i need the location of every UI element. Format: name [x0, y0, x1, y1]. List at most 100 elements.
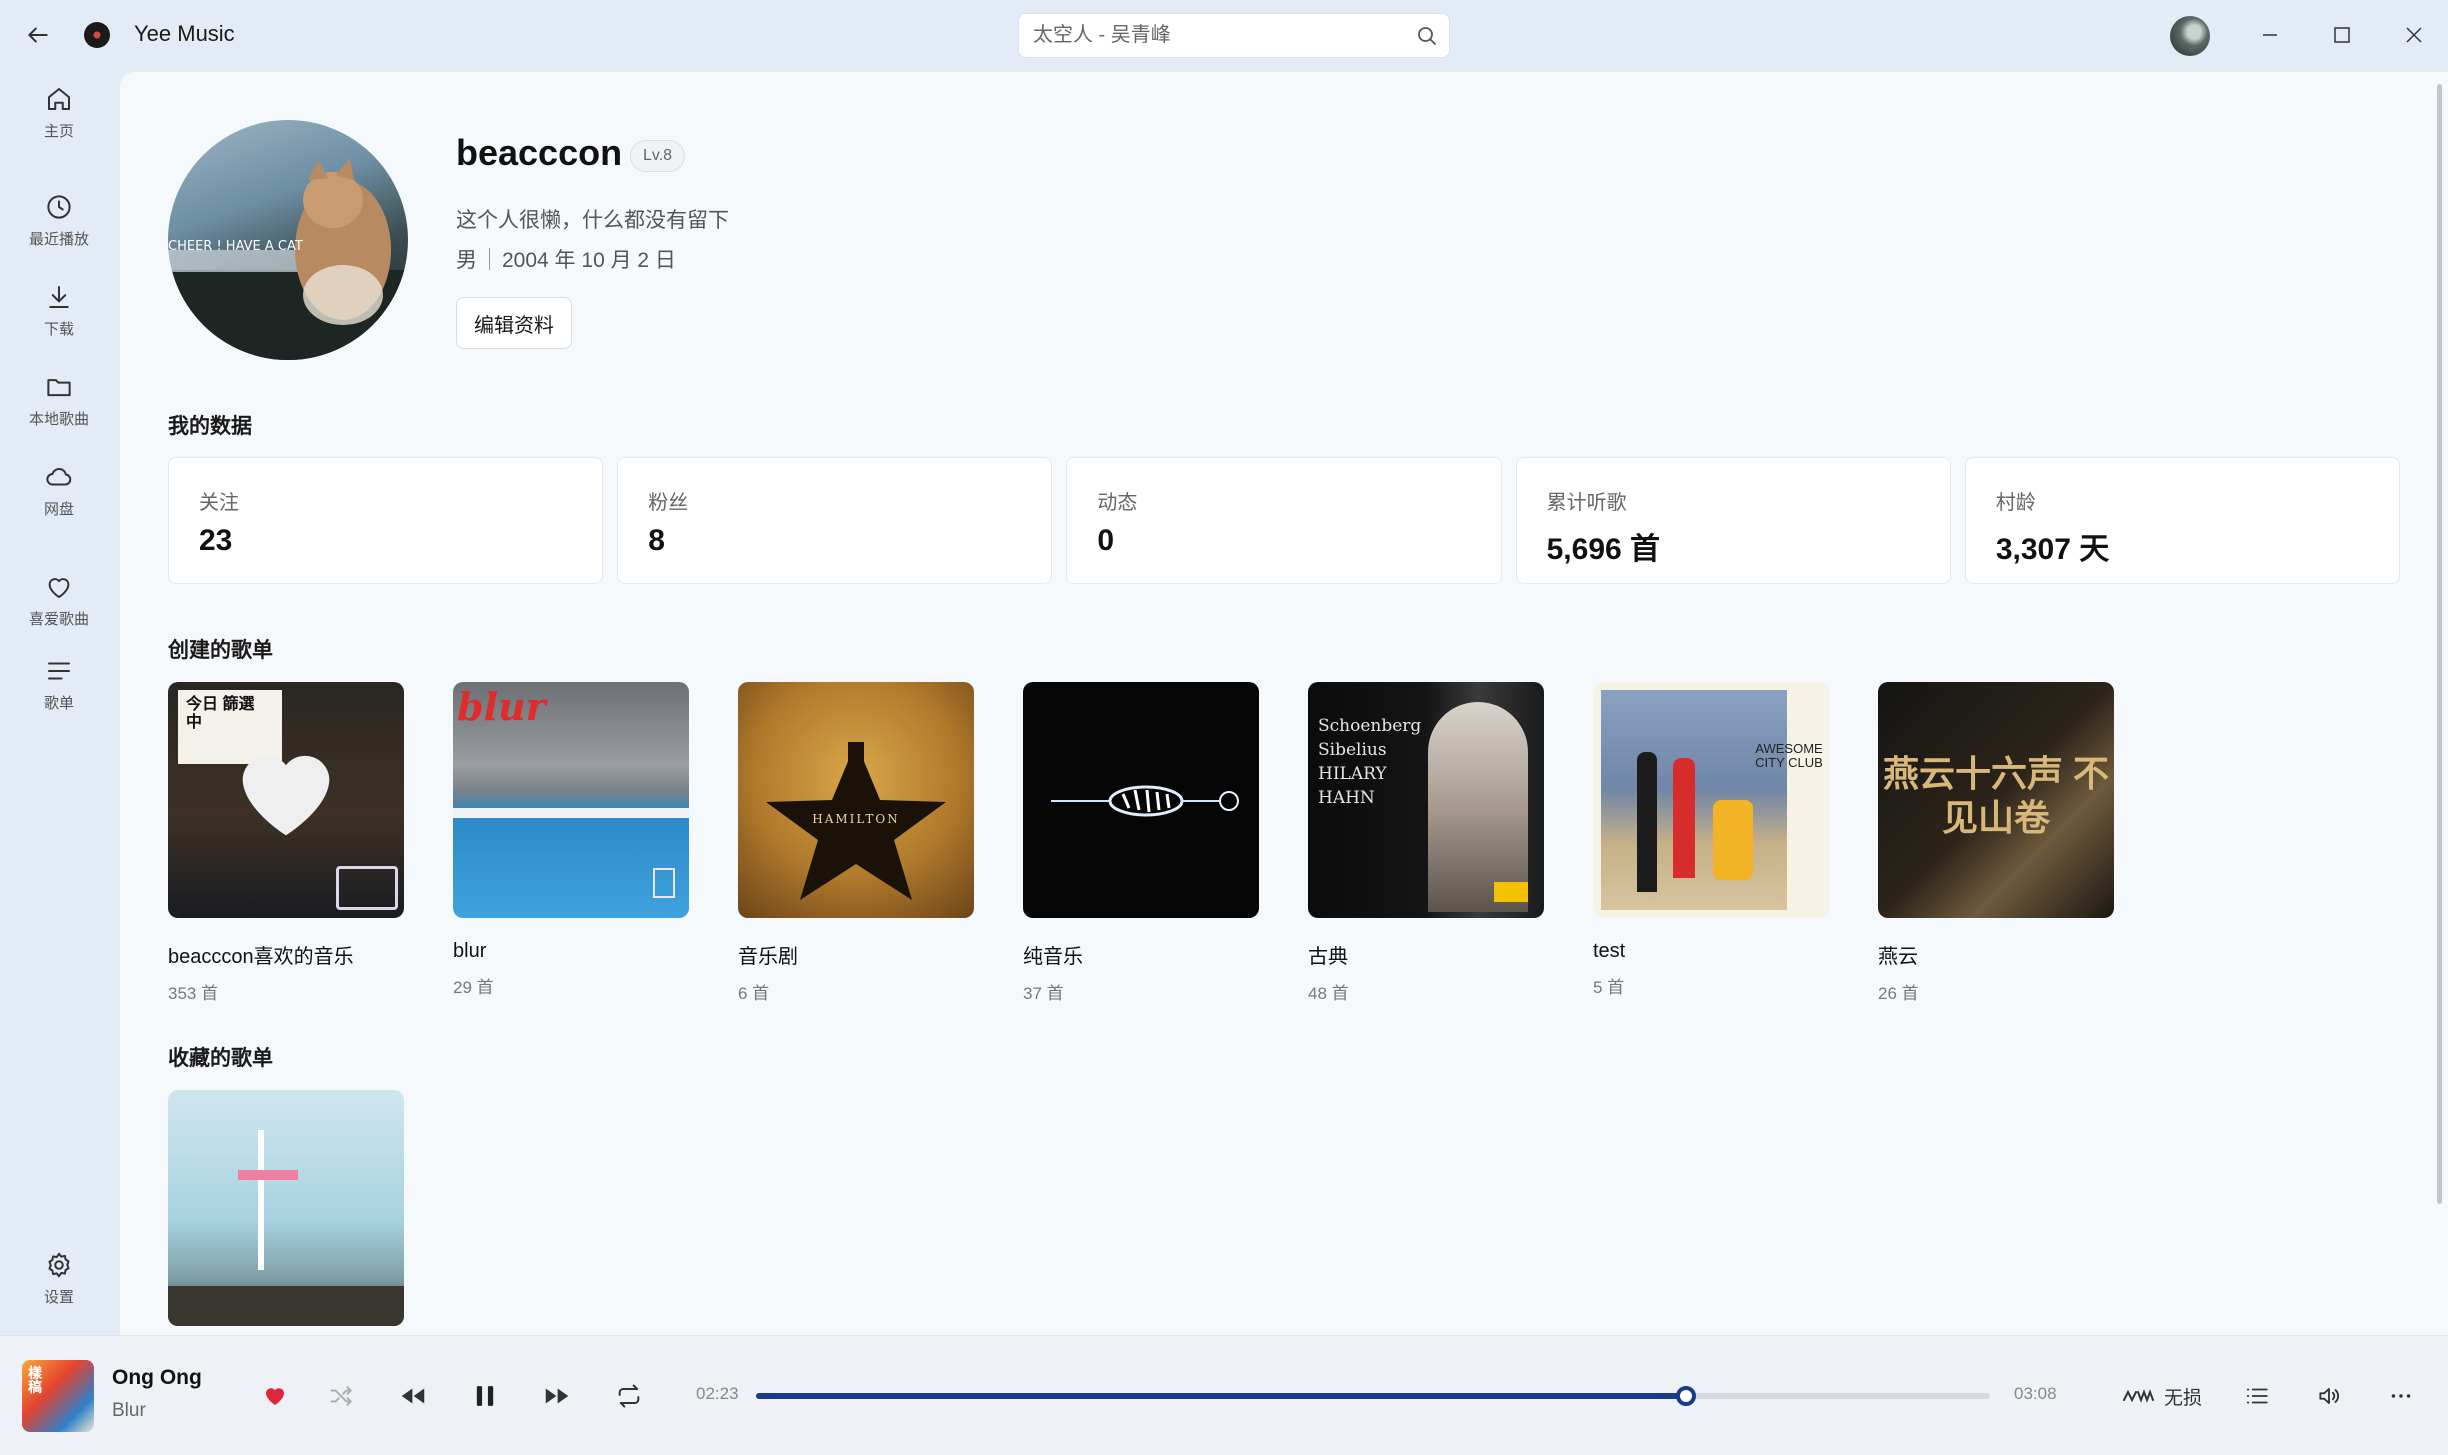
stat-card-activity[interactable]: 动态 0 — [1066, 457, 1502, 584]
gender: 男 — [456, 249, 477, 272]
playlist-count: 26 首 — [1878, 984, 1919, 1003]
username: beacccon — [456, 132, 623, 173]
playlist-count: 353 首 — [168, 984, 219, 1003]
playlist-cover[interactable] — [168, 1090, 404, 1326]
playlist-card[interactable]: blur blur 29 首 — [453, 682, 689, 998]
search-icon[interactable] — [1415, 24, 1439, 48]
player-bar: 樣稿 Ong Ong Blur 02:23 03:08 无损 — [0, 1335, 2448, 1455]
playlist-cover[interactable] — [1023, 682, 1259, 918]
repeat-button[interactable] — [606, 1373, 652, 1419]
level-badge: Lv.8 — [630, 140, 686, 172]
playlist-queue-button[interactable] — [2234, 1373, 2280, 1419]
playlist-card[interactable]: 燕云十六声 不见山卷 燕云 26 首 — [1878, 682, 2114, 1004]
playlist-name[interactable]: 音乐剧 — [738, 940, 974, 969]
sidebar-item-playlists[interactable]: 歌单 — [0, 656, 118, 736]
playlist-cover[interactable]: 今日 篩選中 — [168, 682, 404, 918]
title-bar: Yee Music — [0, 0, 2448, 70]
playlist-cover[interactable]: AWESOME CITY CLUB — [1593, 682, 1829, 918]
shuffle-button[interactable] — [318, 1373, 364, 1419]
search-box[interactable] — [1018, 13, 1450, 58]
sidebar-item-cloud[interactable]: 网盘 — [0, 462, 118, 542]
now-playing-cover[interactable]: 樣稿 — [22, 1360, 94, 1432]
search-input[interactable] — [1033, 14, 1393, 57]
progress-fill — [756, 1393, 1687, 1399]
sidebar-item-local[interactable]: 本地歌曲 — [0, 372, 118, 452]
stats-row: 关注 23 粉丝 8 动态 0 累计听歌 5,696 首 村龄 3,307 天 — [168, 457, 2401, 584]
playlist-name[interactable]: 古典 — [1308, 940, 1544, 969]
queue-icon — [2246, 1388, 2268, 1404]
arrow-left-icon — [28, 27, 48, 43]
cover-text: Schoenberg Sibelius HILARY HAHN — [1318, 716, 1422, 808]
shuffle-icon — [330, 1386, 352, 1406]
maximize-button[interactable] — [2320, 14, 2364, 56]
pause-button[interactable] — [462, 1373, 508, 1419]
gear-icon — [48, 1252, 70, 1278]
playlist-name[interactable]: blur — [453, 940, 689, 963]
cover-text: 燕云十六声 不见山卷 — [1882, 753, 2109, 838]
repeat-icon — [618, 1384, 640, 1408]
stat-card-account-age: 村龄 3,307 天 — [1964, 457, 2401, 584]
more-button[interactable] — [2378, 1373, 2424, 1419]
sidebar-item-home[interactable]: 主页 — [0, 84, 118, 164]
app-title: Yee Music — [134, 21, 235, 46]
playlist-card[interactable]: 纯音乐 37 首 — [1023, 682, 1259, 1004]
minimize-icon — [2263, 34, 2277, 36]
sidebar-item-label: 网盘 — [43, 501, 74, 518]
volume-button[interactable] — [2306, 1373, 2352, 1419]
playlist-cover[interactable]: HAMILTON — [738, 682, 974, 918]
progress-knob[interactable] — [1676, 1386, 1697, 1406]
close-button[interactable] — [2392, 14, 2436, 56]
close-icon — [2406, 27, 2422, 43]
folder-icon — [47, 379, 71, 397]
created-playlists-title: 创建的歌单 — [168, 639, 273, 662]
more-icon — [2391, 1394, 2411, 1398]
stat-label: 累计听歌 — [1546, 492, 1627, 514]
playlist-name[interactable]: beacccon喜欢的音乐 — [168, 940, 404, 969]
heart-icon — [48, 578, 70, 598]
like-button[interactable] — [252, 1373, 298, 1419]
next-button[interactable] — [534, 1373, 580, 1419]
playlist-count: 37 首 — [1023, 984, 1064, 1003]
sidebar-item-download[interactable]: 下载 — [0, 282, 118, 362]
playlist-card[interactable]: AWESOME CITY CLUB test 5 首 — [1593, 682, 1829, 998]
playlist-cover[interactable]: 燕云十六声 不见山卷 — [1878, 682, 2114, 918]
stat-card-total-listens: 累计听歌 5,696 首 — [1515, 457, 1951, 584]
edit-profile-button[interactable]: 编辑资料 — [456, 297, 572, 349]
cover-text: blur — [457, 684, 546, 729]
sidebar: 主页 最近播放 下载 本地歌曲 网盘 喜爱歌曲 歌单 设置 — [0, 70, 120, 1335]
sidebar-item-label: 主页 — [43, 123, 74, 140]
playlist-card[interactable] — [168, 1090, 404, 1326]
playlist-card[interactable]: Schoenberg Sibelius HILARY HAHN 古典 48 首 — [1308, 682, 1544, 1004]
progress-bar[interactable] — [756, 1386, 1990, 1406]
playlist-name[interactable]: 纯音乐 — [1023, 940, 1259, 969]
stat-value: 3,307 天 — [1995, 533, 2110, 566]
back-button[interactable] — [18, 17, 58, 53]
stat-label: 关注 — [199, 492, 239, 514]
playlist-card[interactable]: 今日 篩選中 beacccon喜欢的音乐 353 首 — [168, 682, 404, 1004]
cover-text: HAMILTON — [812, 812, 900, 826]
stat-value: 5,696 首 — [1546, 533, 1661, 566]
playlist-cover[interactable]: blur — [453, 682, 689, 918]
playlist-name[interactable]: 燕云 — [1878, 940, 2114, 969]
sidebar-item-recent[interactable]: 最近播放 — [0, 192, 118, 272]
user-avatar[interactable] — [2170, 16, 2210, 56]
previous-button[interactable] — [390, 1373, 436, 1419]
stat-card-followers[interactable]: 粉丝 8 — [617, 457, 1053, 584]
now-playing-artist[interactable]: Blur — [112, 1400, 146, 1422]
stat-card-following[interactable]: 关注 23 — [168, 457, 604, 584]
stat-value: 0 — [1097, 524, 1115, 557]
sidebar-item-favorites[interactable]: 喜爱歌曲 — [0, 572, 118, 652]
playlist-cover[interactable]: Schoenberg Sibelius HILARY HAHN — [1308, 682, 1544, 918]
birthday: 2004 年 10 月 2 日 — [502, 249, 676, 272]
cover-text: AWESOME CITY CLUB — [1755, 741, 1823, 770]
cover-text: 今日 篩選中 — [186, 696, 255, 731]
quality-label: 无损 — [2164, 1387, 2203, 1409]
minimize-button[interactable] — [2248, 14, 2292, 56]
playlist-card[interactable]: HAMILTON 音乐剧 6 首 — [738, 682, 974, 1004]
quality-button[interactable]: 无损 — [2108, 1375, 2216, 1417]
sidebar-item-settings[interactable]: 设置 — [0, 1250, 118, 1330]
scrollbar[interactable] — [2437, 84, 2442, 1204]
playlist-name[interactable]: test — [1593, 940, 1829, 963]
avatar-caption: CHEER ! HAVE A CAT — [168, 239, 303, 254]
now-playing-title[interactable]: Ong Ong — [112, 1366, 202, 1390]
